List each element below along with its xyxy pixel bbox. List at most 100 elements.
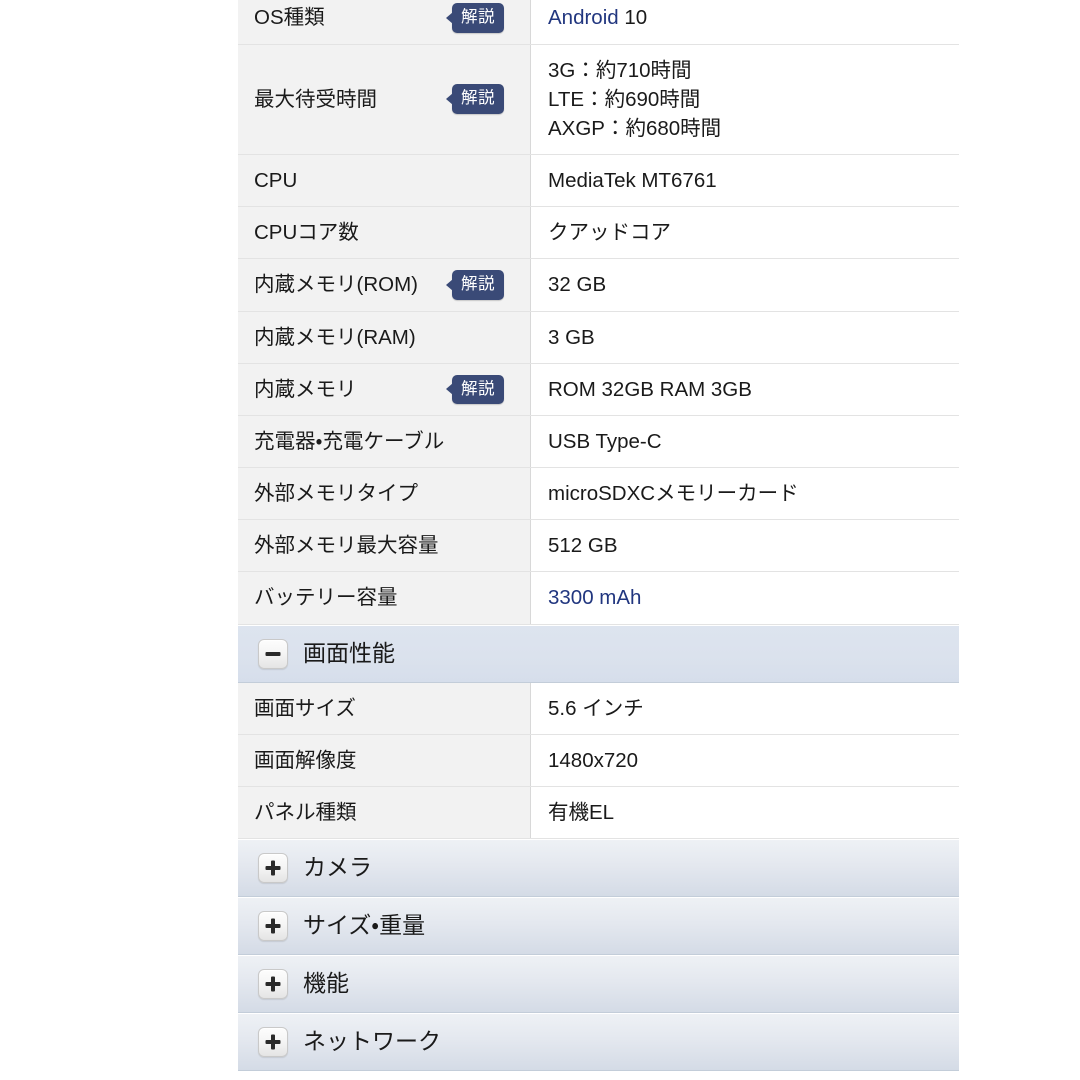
spec-value-cell: 3G：約710時間 LTE：約690時間 AXGP：約680時間 [530,44,959,155]
spec-value-text: 32 GB [548,273,607,297]
table-row: パネル種類 有機EL [238,786,959,839]
spec-sheet-page: OS種類 解説 Android 10 最大待受時間 解説 3G：約710時間 LTE：約69… [0,0,1080,1080]
explanation-badge[interactable]: 解説 [452,270,504,300]
spec-value-link[interactable]: 3300 mAh [548,586,641,609]
spec-label-inner: 外部メモリ最大容量 [254,531,522,560]
section-header-cell: 機能 [238,954,959,1013]
section-toggle-bar[interactable]: ネットワーク [238,1012,959,1071]
spec-value-cell: 3300 mAh [530,571,959,625]
spec-label-cell: OS種類 解説 [238,0,531,45]
spec-value-cell: クアッドコア [530,206,959,260]
section-title: サイズ・重量 [303,912,426,939]
explanation-badge[interactable]: 解説 [452,3,504,33]
spec-value-cell: MediaTek MT6761 [530,154,959,207]
section-title: 画面性能 [303,640,395,667]
spec-value-cell: microSDXCメモリーカード [530,467,959,521]
spec-label-text: 内蔵メモリ(ROM) [254,273,418,297]
table-row: OS種類 解説 Android 10 [238,0,959,45]
spec-label-text: CPUコア数 [254,220,359,244]
spec-value-line: LTE：約690時間 [548,87,701,111]
spec-label-text: 画面解像度 [254,748,357,772]
spec-value-link[interactable]: Android [548,6,619,29]
spec-label-cell: 充電器・充電ケーブル [238,415,531,469]
table-row: 充電器・充電ケーブル USB Type-C [238,415,959,469]
spec-label-inner: 充電器・充電ケーブル [254,427,522,456]
spec-value-multiline: 3G：約710時間 LTE：約690時間 AXGP：約680時間 [548,56,951,143]
spec-label-cell: 外部メモリタイプ [238,467,531,521]
spec-value-text: 10 [618,6,648,30]
section-header-cell: サイズ・重量 [238,896,959,955]
toggle-vertical-bar [271,918,275,934]
spec-label-inner: パネル種類 [254,798,522,827]
spec-value-cell: 3 GB [530,311,959,364]
section-header-cell: カメラ [238,838,959,897]
spec-value-cell: 1480x720 [530,734,959,787]
table-row: 外部メモリタイプ microSDXCメモリーカード [238,467,959,521]
spec-label-inner: OS種類 解説 [254,3,522,33]
minus-icon[interactable] [258,638,288,669]
spec-value-text: USB Type-C [548,430,662,454]
spec-label-inner: 内蔵メモリ(ROM) 解説 [254,270,522,300]
spec-value-cell: Android 10 [530,0,959,45]
table-row: 外部メモリ最大容量 512 GB [238,519,959,573]
explanation-badge[interactable]: 解説 [452,374,504,405]
spec-label-inner: 画面解像度 [254,746,522,775]
spec-label-cell: 内蔵メモリ(ROM) 解説 [238,258,531,312]
spec-label-cell: 画面解像度 [238,734,531,787]
section-toggle-bar[interactable]: 機能 [238,954,959,1013]
spec-label-text: バッテリー容量 [254,586,398,610]
spec-value-text: 1480x720 [548,748,639,772]
spec-label-text: 内蔵メモリ [254,377,357,401]
spec-label-text: 充電器・充電ケーブル [254,430,445,454]
spec-value-text: クアッドコア [548,220,671,244]
spec-label-cell: 最大待受時間 解説 [238,44,531,155]
spec-label-text: 外部メモリタイプ [254,482,418,506]
table-row: 内蔵メモリ 解説 ROM 32GB RAM 3GB [238,363,959,417]
spec-label-cell: バッテリー容量 [238,571,531,625]
spec-label-cell: パネル種類 [238,786,531,839]
section-header-cell: 画面性能 [238,624,959,683]
spec-value-cell: 512 GB [530,519,959,573]
section-title: 機能 [303,970,349,997]
toggle-vertical-bar [271,1034,275,1050]
section-header-row[interactable]: ネットワーク [238,1012,959,1071]
spec-label-inner: CPUコア数 [254,218,522,247]
toggle-vertical-bar [271,860,275,876]
specification-table: OS種類 解説 Android 10 最大待受時間 解説 3G：約710時間 LTE：約69… [238,0,959,1071]
spec-label-text: 画面サイズ [254,696,356,720]
spec-value-line: 3G：約710時間 [548,58,692,82]
spec-label-inner: 内蔵メモリ(RAM) [254,323,522,352]
spec-value-text: 512 GB [548,534,618,558]
spec-label-cell: 内蔵メモリ 解説 [238,363,531,417]
spec-label-text: OS種類 [254,6,325,30]
section-header-row[interactable]: サイズ・重量 [238,896,959,955]
spec-value-cell: 32 GB [530,258,959,312]
plus-icon[interactable] [258,1026,288,1057]
explanation-badge[interactable]: 解説 [452,84,504,114]
spec-value-line: AXGP：約680時間 [548,116,722,140]
section-header-row[interactable]: カメラ [238,838,959,897]
section-header-row[interactable]: 画面性能 [238,624,959,683]
spec-label-text: 外部メモリ最大容量 [254,534,439,558]
spec-label-inner: 内蔵メモリ 解説 [254,374,522,405]
plus-icon[interactable] [258,968,288,999]
spec-value-text: 5.6 インチ [548,696,644,720]
section-toggle-bar[interactable]: 画面性能 [238,624,959,683]
spec-label-text: パネル種類 [254,800,357,824]
spec-label-inner: CPU [254,166,522,195]
section-toggle-bar[interactable]: カメラ [238,838,959,897]
section-toggle-bar[interactable]: サイズ・重量 [238,896,959,955]
section-header-row[interactable]: 機能 [238,954,959,1013]
table-row: バッテリー容量 3300 mAh [238,571,959,625]
spec-label-cell: 外部メモリ最大容量 [238,519,531,573]
spec-value-text: 有機EL [548,800,615,824]
table-row: 内蔵メモリ(ROM) 解説 32 GB [238,258,959,312]
plus-icon[interactable] [258,852,288,883]
spec-label-cell: 画面サイズ [238,682,531,735]
spec-value-text: ROM 32GB RAM 3GB [548,377,752,401]
toggle-vertical-bar [271,976,275,992]
plus-icon[interactable] [258,910,288,941]
spec-label-cell: CPU [238,154,531,207]
spec-label-text: 内蔵メモリ(RAM) [254,325,416,349]
spec-value-cell: 5.6 インチ [530,682,959,735]
